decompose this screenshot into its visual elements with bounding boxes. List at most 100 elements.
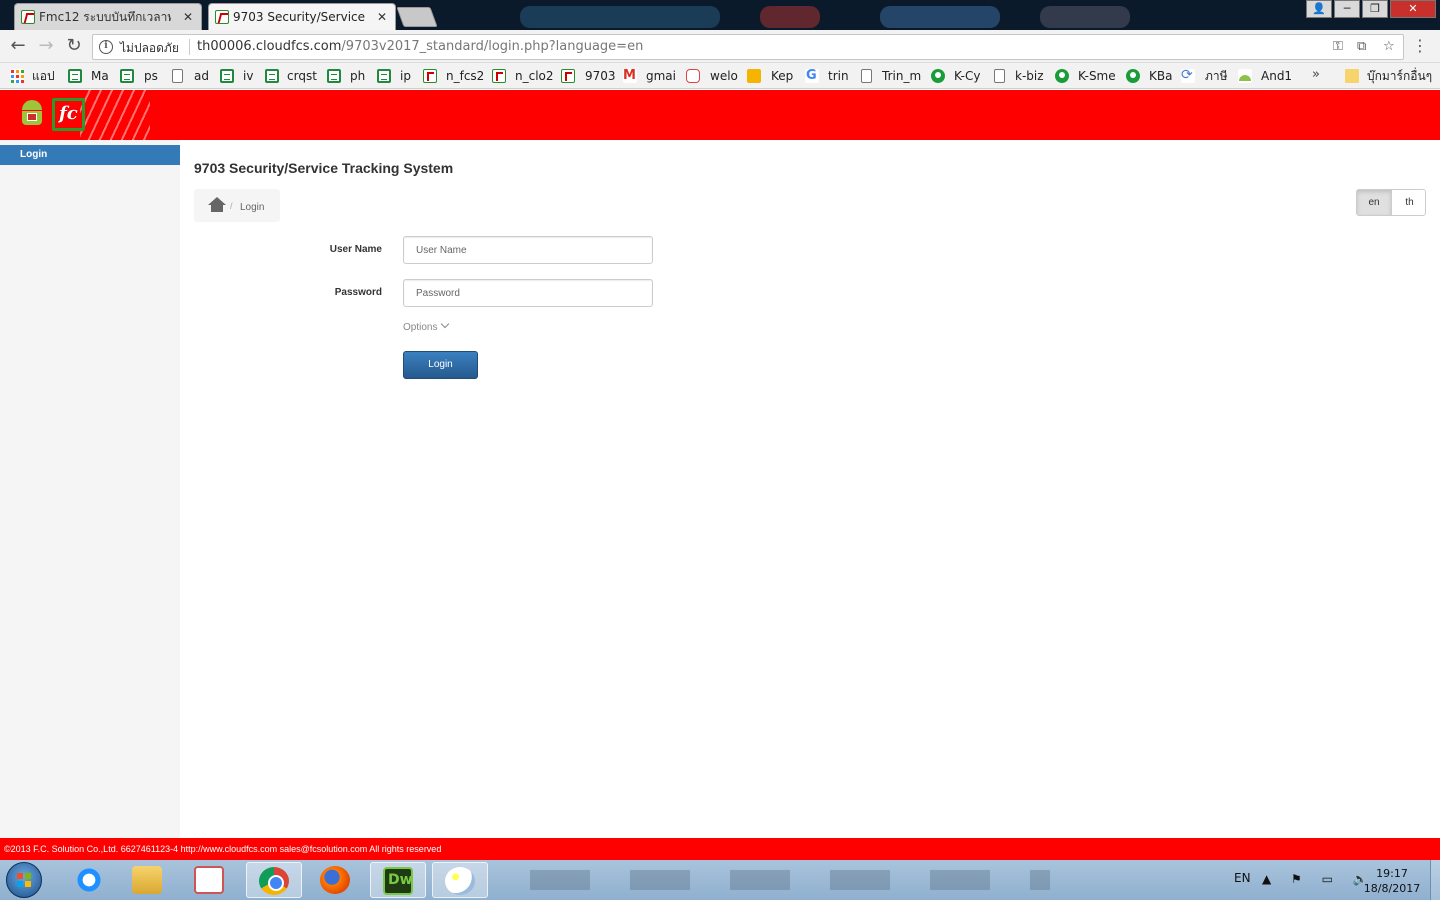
bookmark-keep[interactable]: Kep xyxy=(747,67,793,85)
tab-fmc12[interactable]: Fmc12 ระบบบันทึกเวลาพนักงาน ✕ xyxy=(14,3,202,30)
browser-menu-icon[interactable]: ⋮ xyxy=(1412,36,1428,56)
show-desktop-button[interactable] xyxy=(1430,860,1440,900)
bookmark-ph[interactable]: ph xyxy=(327,67,365,85)
sheets-icon xyxy=(220,69,234,83)
options-label: Options xyxy=(403,322,438,333)
security-label[interactable]: ไม่ปลอดภัย xyxy=(120,39,179,58)
bookmark-label: And1 xyxy=(1261,69,1293,83)
options-toggle[interactable]: Options xyxy=(403,319,450,333)
info-icon[interactable]: i xyxy=(99,40,113,54)
taskbar-chrome[interactable] xyxy=(246,862,302,898)
start-button[interactable] xyxy=(6,862,42,898)
taskbar-clock[interactable]: 19:17 18/8/2017 xyxy=(1362,866,1422,896)
taskbar-internet-explorer[interactable] xyxy=(62,862,118,898)
username-label: User Name xyxy=(329,244,382,255)
bookmark-tax[interactable]: ภาษี xyxy=(1181,66,1228,85)
input-language[interactable]: EN xyxy=(1234,871,1251,885)
taskbar-media-player[interactable] xyxy=(182,862,238,898)
bookmark-trin[interactable]: trin xyxy=(805,67,849,85)
reload-button[interactable]: ↻ xyxy=(62,35,86,59)
key-icon[interactable]: ⚿ xyxy=(1333,39,1343,54)
tab-close-icon[interactable]: ✕ xyxy=(183,4,193,30)
bookmark-crqst[interactable]: crqst xyxy=(265,67,317,85)
bookmark-n-clo2[interactable]: n_clo2 xyxy=(492,67,554,85)
kbank-icon xyxy=(931,69,945,83)
bookmarks-overflow-button[interactable]: » xyxy=(1312,67,1320,82)
home-icon[interactable] xyxy=(208,197,226,213)
taskbar-file-explorer[interactable] xyxy=(120,862,176,898)
bookmark-label: Kep xyxy=(771,69,794,83)
fc-icon xyxy=(492,69,506,83)
other-bookmarks[interactable]: บุ๊กมาร์กอื่นๆ xyxy=(1345,67,1432,85)
page-title: 9703 Security/Service Tracking System xyxy=(194,160,454,176)
sheets-icon xyxy=(68,69,82,83)
folder-icon xyxy=(1345,69,1359,83)
sidebar-item-login[interactable]: Login xyxy=(0,145,180,165)
browser-toolbar: ← → ↻ i ไม่ปลอดภัย th00006.cloudfcs.com/… xyxy=(0,30,1440,63)
system-tray-icons[interactable]: ▲ ⚑ ▭ 🔊 xyxy=(1262,872,1376,886)
android-logo-icon xyxy=(20,100,44,130)
bookmark-k-cy[interactable]: K-Cy xyxy=(931,67,980,85)
bookmark-label: 9703 xyxy=(585,69,616,83)
bookmarks-bar: แอป Ma ps ad iv crqst ph ip n_fcs2 n_clo… xyxy=(0,63,1440,89)
bookmark-label: บุ๊กมาร์กอื่นๆ xyxy=(1367,69,1433,83)
new-tab-button[interactable] xyxy=(396,7,438,27)
sheets-icon xyxy=(120,69,134,83)
bookmark-label: Ma xyxy=(91,69,109,83)
minimize-button[interactable]: ─ xyxy=(1334,0,1360,18)
forward-button[interactable]: → xyxy=(34,35,58,59)
bookmark-kba[interactable]: KBa xyxy=(1126,67,1172,85)
bookmark-label: ph xyxy=(350,69,366,83)
restore-button[interactable]: ❐ xyxy=(1362,0,1388,18)
back-button[interactable]: ← xyxy=(6,35,30,59)
site-header: fc xyxy=(0,90,1440,140)
bookmark-ps[interactable]: ps xyxy=(120,67,158,85)
login-button[interactable]: Login xyxy=(403,351,478,379)
bookmark-k-biz[interactable]: k-biz xyxy=(994,67,1044,85)
bookmark-ma[interactable]: Ma xyxy=(68,67,109,85)
star-icon[interactable]: ☆ xyxy=(1383,39,1395,54)
username-input[interactable] xyxy=(403,236,653,264)
profile-button[interactable]: 👤 xyxy=(1306,0,1332,18)
language-th-button[interactable]: th xyxy=(1392,190,1425,215)
bookmark-iv[interactable]: iv xyxy=(220,67,253,85)
bookmark-label: ps xyxy=(144,69,158,83)
bookmark-ip[interactable]: ip xyxy=(377,67,411,85)
bookmark-apps[interactable]: แอป xyxy=(10,67,55,85)
close-window-button[interactable]: ✕ xyxy=(1390,0,1436,18)
breadcrumb: / Login xyxy=(194,189,280,222)
bookmark-9703[interactable]: 9703 xyxy=(561,67,616,85)
bookmark-n-fcs2[interactable]: n_fcs2 xyxy=(423,67,484,85)
address-bar[interactable]: i ไม่ปลอดภัย th00006.cloudfcs.com/9703v2… xyxy=(92,34,1404,60)
taskbar-dreamweaver[interactable] xyxy=(370,862,426,898)
browser-tab-strip: Fmc12 ระบบบันทึกเวลาพนักงาน ✕ 9703 Secur… xyxy=(0,0,1440,30)
apps-icon xyxy=(10,69,24,83)
bookmark-gmail[interactable]: gmai xyxy=(623,67,676,85)
sidebar: Login xyxy=(0,140,180,838)
bookmark-ad[interactable]: ad xyxy=(172,67,209,85)
password-input[interactable] xyxy=(403,279,653,307)
tab-close-icon[interactable]: ✕ xyxy=(377,4,387,30)
media-player-icon xyxy=(194,866,224,894)
bookmark-k-sme[interactable]: K-Sme xyxy=(1055,67,1116,85)
welo-icon xyxy=(686,69,700,83)
bookmark-label: ภาษี xyxy=(1205,69,1228,83)
bookmark-welo[interactable]: welo xyxy=(686,67,738,85)
bookmark-label: K-Cy xyxy=(954,69,981,83)
bookmark-label: welo xyxy=(710,69,738,83)
bookmark-and1[interactable]: And1 xyxy=(1238,67,1292,85)
tab-9703-security[interactable]: 9703 Security/Service Tracking System ✕ xyxy=(208,3,396,30)
taskbar-firefox[interactable] xyxy=(308,862,364,898)
clock-date: 18/8/2017 xyxy=(1363,882,1421,895)
kbank-icon xyxy=(1126,69,1140,83)
bookmark-label: n_fcs2 xyxy=(446,69,485,83)
url-text[interactable]: th00006.cloudfcs.com/9703v2017_standard/… xyxy=(197,39,643,54)
bookmark-label: ad xyxy=(194,69,209,83)
translate-icon[interactable]: ⧉ xyxy=(1357,39,1366,54)
bookmark-label: Trin_m xyxy=(882,69,922,83)
chevron-down-icon xyxy=(441,319,450,329)
bookmark-trin-m[interactable]: Trin_m xyxy=(861,67,921,85)
fc-logo-icon[interactable]: fc xyxy=(52,98,85,131)
taskbar-paint[interactable] xyxy=(432,862,488,898)
language-en-button[interactable]: en xyxy=(1357,190,1392,215)
